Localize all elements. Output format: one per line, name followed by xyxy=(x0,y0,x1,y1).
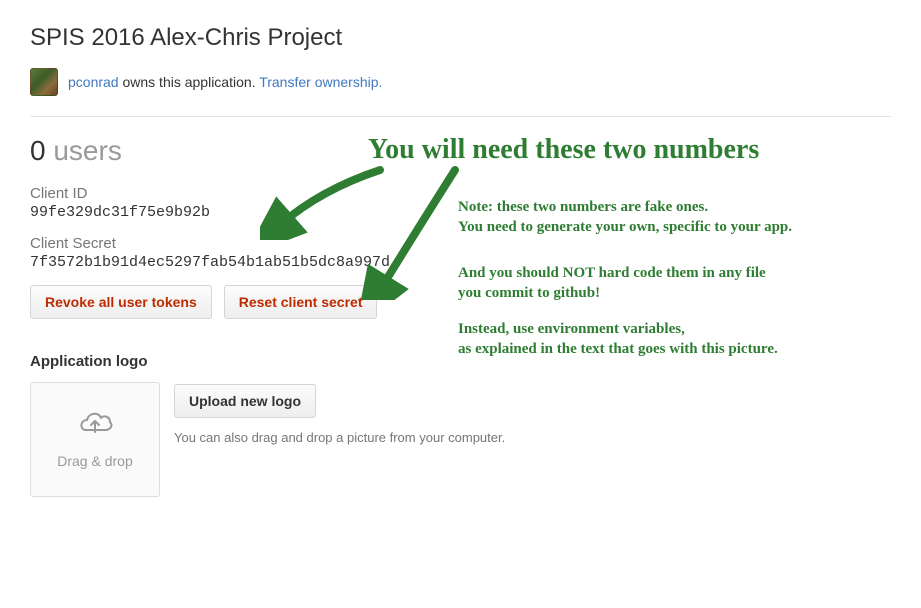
owner-link[interactable]: pconrad xyxy=(68,74,119,90)
logo-dropzone[interactable]: Drag & drop xyxy=(30,382,160,497)
users-label: users xyxy=(46,135,122,166)
annotation-note-3: Instead, use environment variables, as e… xyxy=(458,320,898,359)
client-secret-label: Client Secret xyxy=(30,235,891,252)
divider xyxy=(30,116,891,117)
revoke-tokens-button[interactable]: Revoke all user tokens xyxy=(30,285,212,319)
reset-secret-button[interactable]: Reset client secret xyxy=(224,285,378,319)
avatar[interactable] xyxy=(30,68,58,96)
dropzone-label: Drag & drop xyxy=(57,453,132,469)
owns-text: owns this application. xyxy=(119,74,260,90)
annotation-note-1: Note: these two numbers are fake ones. Y… xyxy=(458,198,898,237)
page-title: SPIS 2016 Alex-Chris Project xyxy=(30,24,891,52)
cloud-upload-icon xyxy=(75,410,115,453)
owner-row: pconrad owns this application. Transfer … xyxy=(30,68,891,96)
transfer-ownership-link[interactable]: Transfer ownership. xyxy=(259,74,382,90)
annotation-headline: You will need these two numbers xyxy=(368,132,759,168)
upload-logo-button[interactable]: Upload new logo xyxy=(174,384,316,418)
logo-hint: You can also drag and drop a picture fro… xyxy=(174,430,505,445)
annotation-note-2: And you should NOT hard code them in any… xyxy=(458,264,898,303)
users-number: 0 xyxy=(30,135,46,166)
